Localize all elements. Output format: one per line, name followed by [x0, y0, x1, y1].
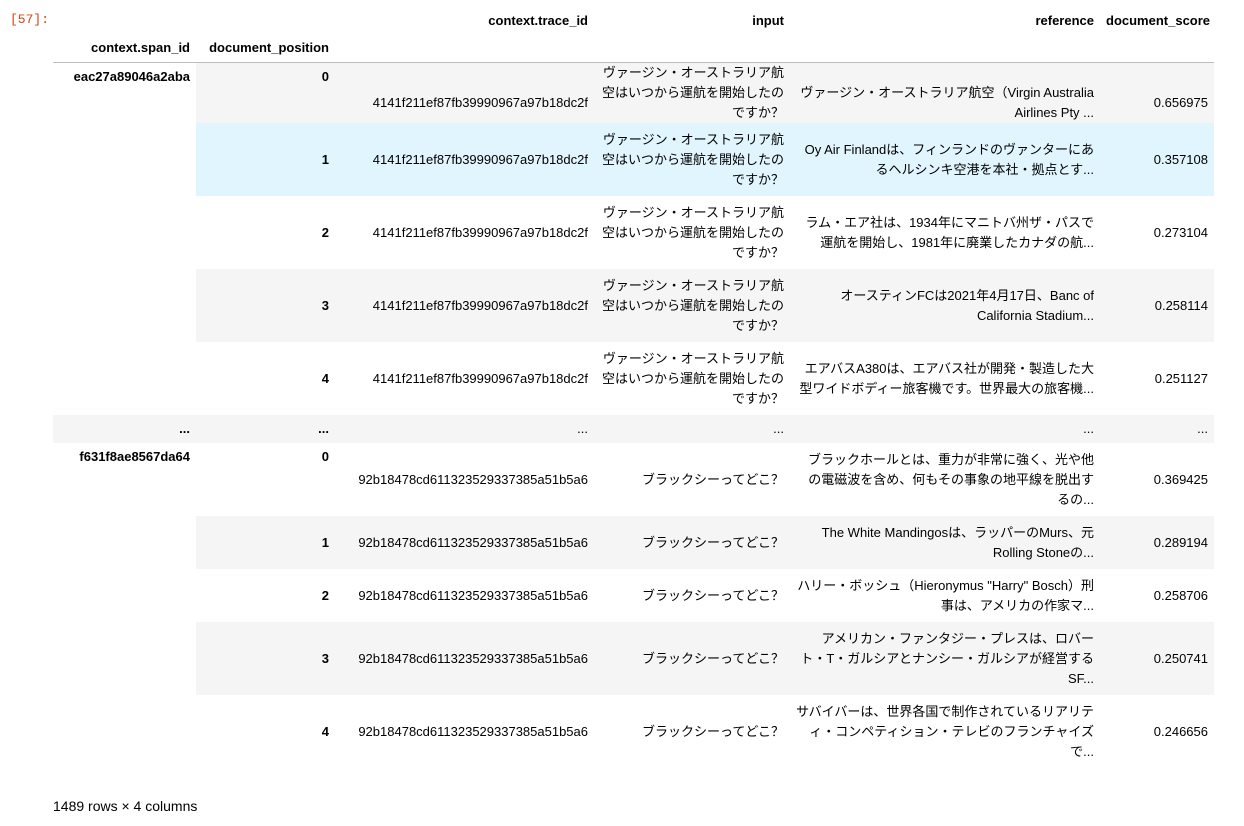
- document-score-cell: 0.258114: [1100, 269, 1214, 342]
- table-row: 4 4141f211ef87fb39990967a97b18dc2f ヴァージン…: [53, 342, 1214, 415]
- document-position-cell: 2: [321, 587, 329, 603]
- span-id-cell: eac27a89046a2aba: [53, 62, 196, 415]
- column-header-reference: reference: [1035, 13, 1094, 28]
- document-position-cell: 2: [321, 224, 329, 240]
- input-cell: ヴァージン・オーストラリア航空はいつから運航を開始したのですか？: [594, 123, 790, 196]
- trace-id-cell: 4141f211ef87fb39990967a97b18dc2f: [372, 224, 588, 240]
- trace-id-cell: 4141f211ef87fb39990967a97b18dc2f: [372, 370, 588, 386]
- dataframe-table: context.trace_id input reference documen…: [53, 8, 1214, 768]
- document-position-cell: 4: [321, 370, 329, 386]
- document-score-cell: 0.357108: [1100, 123, 1214, 196]
- index-header-span-id: context.span_id: [53, 34, 196, 63]
- input-cell: ヴァージン・オーストラリア航空はいつから運航を開始したのですか？: [594, 269, 790, 342]
- reference-cell: オースティンFCは2021年4月17日、Banc of California S…: [790, 269, 1100, 342]
- column-header-document-score: document_score: [1106, 13, 1211, 28]
- document-score-cell: 0.258706: [1153, 587, 1208, 603]
- trace-id-cell: 92b18478cd611323529337385a51b5a6: [358, 471, 588, 487]
- trace-id-cell: 4141f211ef87fb39990967a97b18dc2f: [335, 269, 594, 342]
- table-row: 3 4141f211ef87fb39990967a97b18dc2f ヴァージン…: [53, 269, 1214, 342]
- input-cell: ヴァージン・オーストラリア航空はいつから運航を開始したのですか？: [594, 62, 790, 123]
- input-cell: ブラックシーってどこ？: [642, 723, 784, 739]
- dataframe-output: context.trace_id input reference documen…: [53, 8, 1214, 768]
- column-header-trace-id: context.trace_id: [488, 13, 588, 28]
- document-score-cell: 0.656975: [1100, 62, 1214, 123]
- document-position-cell: 1: [196, 516, 335, 569]
- table-row: 2 4141f211ef87fb39990967a97b18dc2f ヴァージン…: [53, 196, 1214, 269]
- column-header-input: input: [752, 13, 784, 28]
- reference-cell: ブラックホールとは、重力が非常に強く、光や他の電磁波を含め、何もその事象の地平線…: [807, 451, 1094, 507]
- document-score-cell: 0.289194: [1100, 516, 1214, 569]
- reference-cell: エアバスA380は、エアバス社が開発・製造した大型ワイドボディー旅客機です。世界…: [799, 360, 1094, 396]
- document-score-cell: 0.250741: [1100, 622, 1214, 695]
- document-score-cell: 0.273104: [1153, 224, 1208, 240]
- reference-cell: ハリー・ボッシュ（Hieronymus "Harry" Bosch）刑事は、アメ…: [797, 577, 1094, 613]
- document-position-cell: 0: [321, 449, 329, 464]
- trace-id-cell: 92b18478cd611323529337385a51b5a6: [358, 587, 588, 603]
- input-cell: ヴァージン・オーストラリア航空はいつから運航を開始したのですか？: [601, 350, 784, 406]
- reference-cell: サバイバーは、世界各国で制作されているリアリティ・コンペティション・テレビのフラ…: [796, 703, 1094, 759]
- input-cell: ヴァージン・オーストラリア航空はいつから運航を開始したのですか？: [601, 204, 784, 260]
- table-row: eac27a89046a2aba 0 4141f211ef87fb3999096…: [53, 62, 1214, 415]
- row-count-summary: 1489 rows × 4 columns: [53, 798, 198, 814]
- cell-prompt: [57]:: [10, 12, 50, 27]
- trace-id-cell: 92b18478cd611323529337385a51b5a6: [335, 622, 594, 695]
- input-cell: ブラックシーってどこ？: [642, 471, 784, 487]
- document-score-cell: 0.251127: [1154, 370, 1208, 386]
- reference-cell: アメリカン・ファンタジー・プレスは、ロバート・T・ガルシアとナンシー・ガルシアが…: [790, 622, 1100, 695]
- document-position-cell: 3: [196, 622, 335, 695]
- document-position-cell: 0: [196, 62, 335, 123]
- table-row[interactable]: 1 4141f211ef87fb39990967a97b18dc2f ヴァージン…: [53, 123, 1214, 196]
- input-cell: ブラックシーってどこ？: [642, 587, 784, 603]
- document-position-cell: 1: [196, 123, 335, 196]
- document-score-cell: 0.369425: [1153, 471, 1208, 487]
- table-row: f631f8ae8567da64 0 92b18478cd61132352933…: [53, 443, 1214, 768]
- reference-cell: ヴァージン・オーストラリア航空（Virgin Australia Airline…: [790, 62, 1100, 123]
- trace-id-cell: 4141f211ef87fb39990967a97b18dc2f: [335, 62, 594, 123]
- table-row: 4 92b18478cd611323529337385a51b5a6 ブラックシ…: [53, 695, 1214, 768]
- trace-id-cell: 92b18478cd611323529337385a51b5a6: [335, 516, 594, 569]
- ellipsis-row: ... ... ... ... ... ...: [53, 415, 1214, 443]
- document-position-cell: 3: [196, 269, 335, 342]
- trace-id-cell: 92b18478cd611323529337385a51b5a6: [358, 723, 588, 739]
- reference-cell: Oy Air Finlandは、フィンランドのヴァンターにあるヘルシンキ空港を本…: [790, 123, 1100, 196]
- document-position-cell: 4: [321, 723, 329, 739]
- span-id-cell: f631f8ae8567da64: [53, 443, 196, 768]
- input-cell: ブラックシーってどこ？: [594, 516, 790, 569]
- reference-cell: ラム・エア社は、1934年にマニトバ州ザ・パスで運航を開始し、1981年に廃業し…: [805, 214, 1094, 250]
- trace-id-cell: 4141f211ef87fb39990967a97b18dc2f: [335, 123, 594, 196]
- table-row: 1 92b18478cd611323529337385a51b5a6 ブラックシ…: [53, 516, 1214, 569]
- table-row: 2 92b18478cd611323529337385a51b5a6 ブラックシ…: [53, 569, 1214, 622]
- table-row: 3 92b18478cd611323529337385a51b5a6 ブラックシ…: [53, 622, 1214, 695]
- index-header-document-position: document_position: [196, 34, 335, 63]
- reference-cell: The White Mandingosは、ラッパーのMurs、元Rolling …: [790, 516, 1100, 569]
- document-score-cell: 0.246656: [1153, 723, 1208, 739]
- input-cell: ブラックシーってどこ？: [594, 622, 790, 695]
